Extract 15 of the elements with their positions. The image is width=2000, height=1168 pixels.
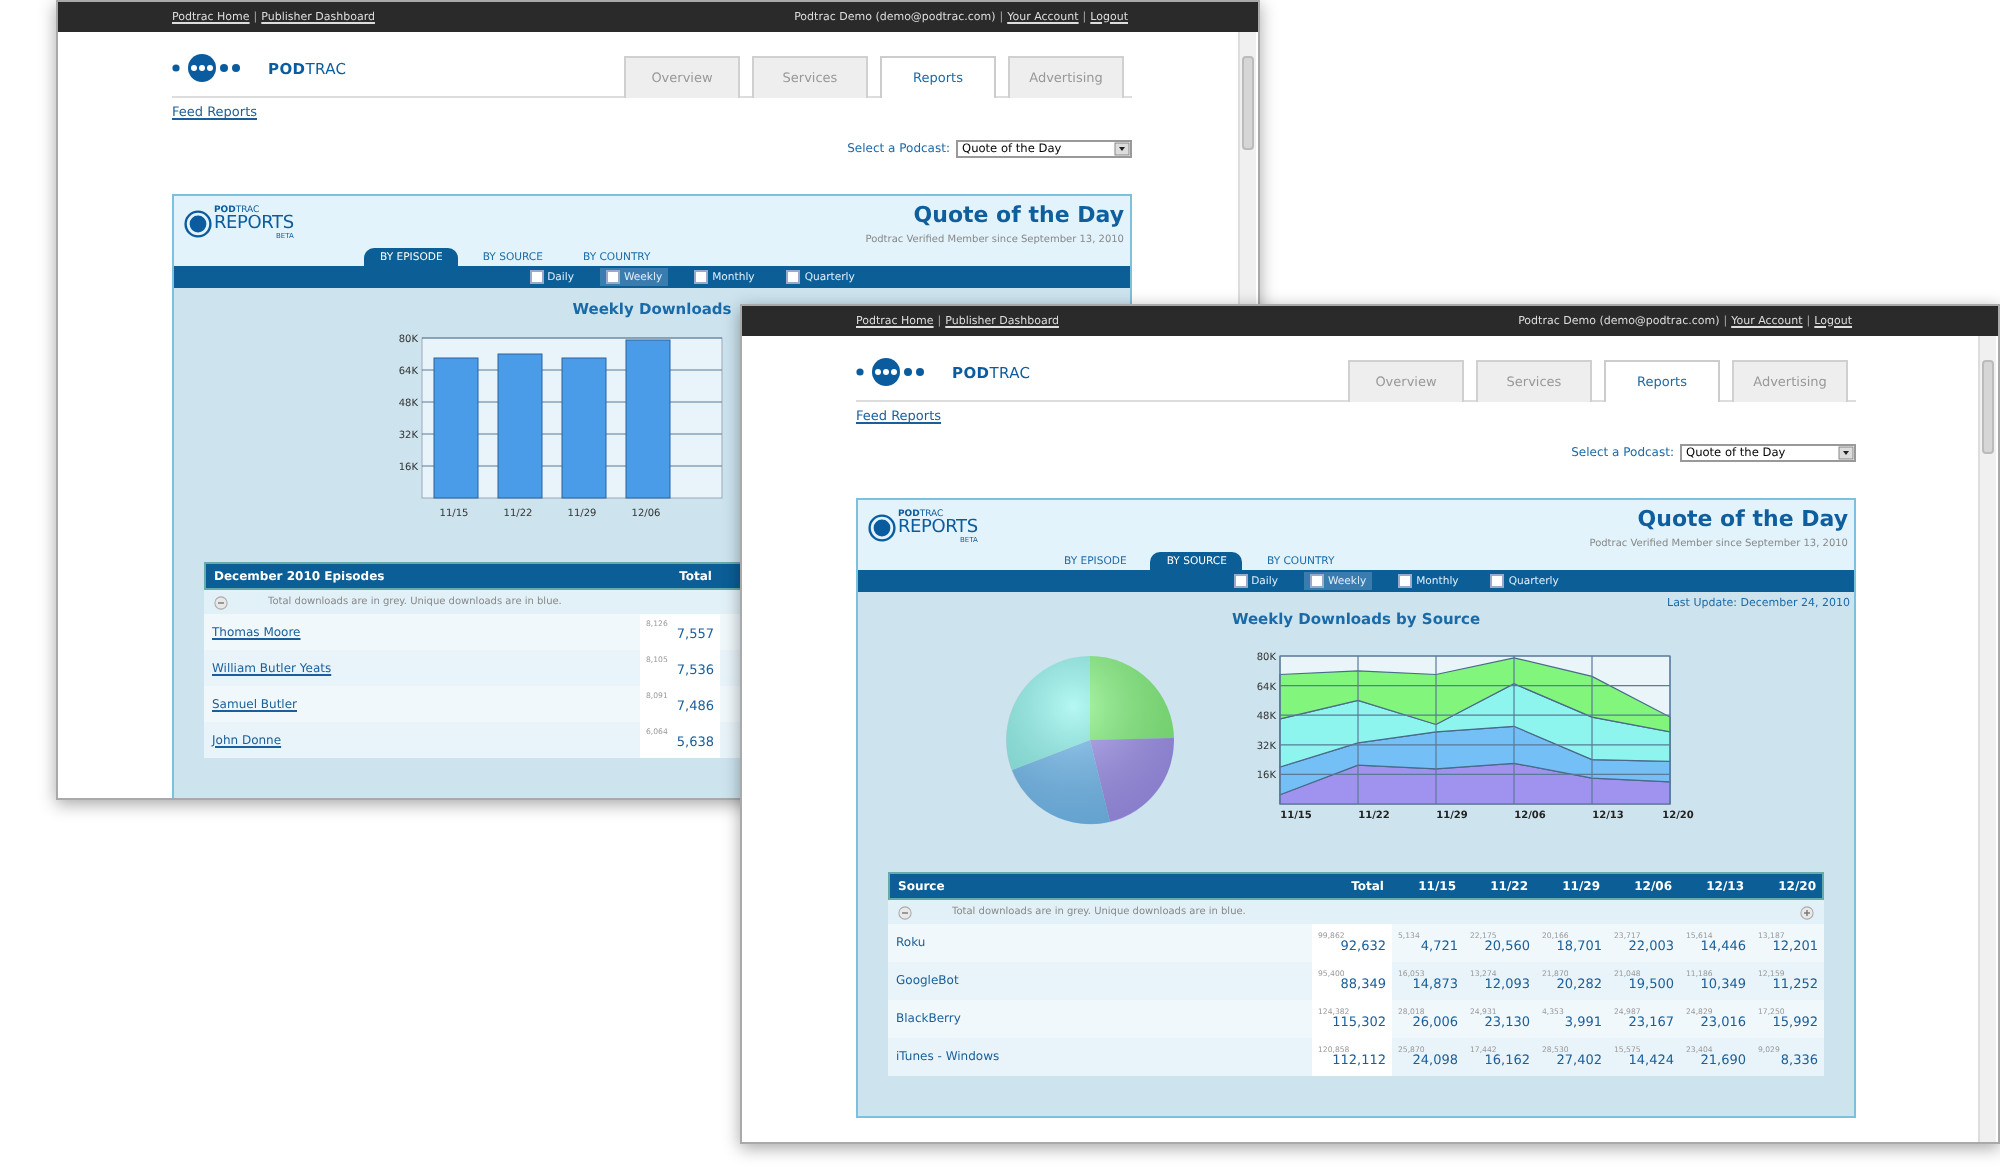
reports-logo-icon	[868, 514, 896, 542]
scrollbar[interactable]	[1978, 336, 1996, 1142]
dropdown-icon	[1838, 446, 1854, 460]
bar	[433, 357, 479, 499]
reports-logo-text: REPORTS	[898, 520, 978, 538]
podcast-title: Quote of the Day	[1637, 506, 1848, 532]
collapse-icon[interactable]	[898, 905, 912, 919]
reports-logo-text: REPORTS	[214, 216, 294, 234]
expand-icon[interactable]	[1800, 905, 1814, 919]
podcast-title: Quote of the Day	[913, 202, 1124, 228]
bar	[561, 357, 607, 499]
collapse-icon[interactable]	[214, 595, 228, 609]
scrollbar[interactable]	[1238, 32, 1256, 304]
dropdown-icon	[1114, 142, 1130, 156]
reports-logo-icon	[184, 210, 212, 238]
